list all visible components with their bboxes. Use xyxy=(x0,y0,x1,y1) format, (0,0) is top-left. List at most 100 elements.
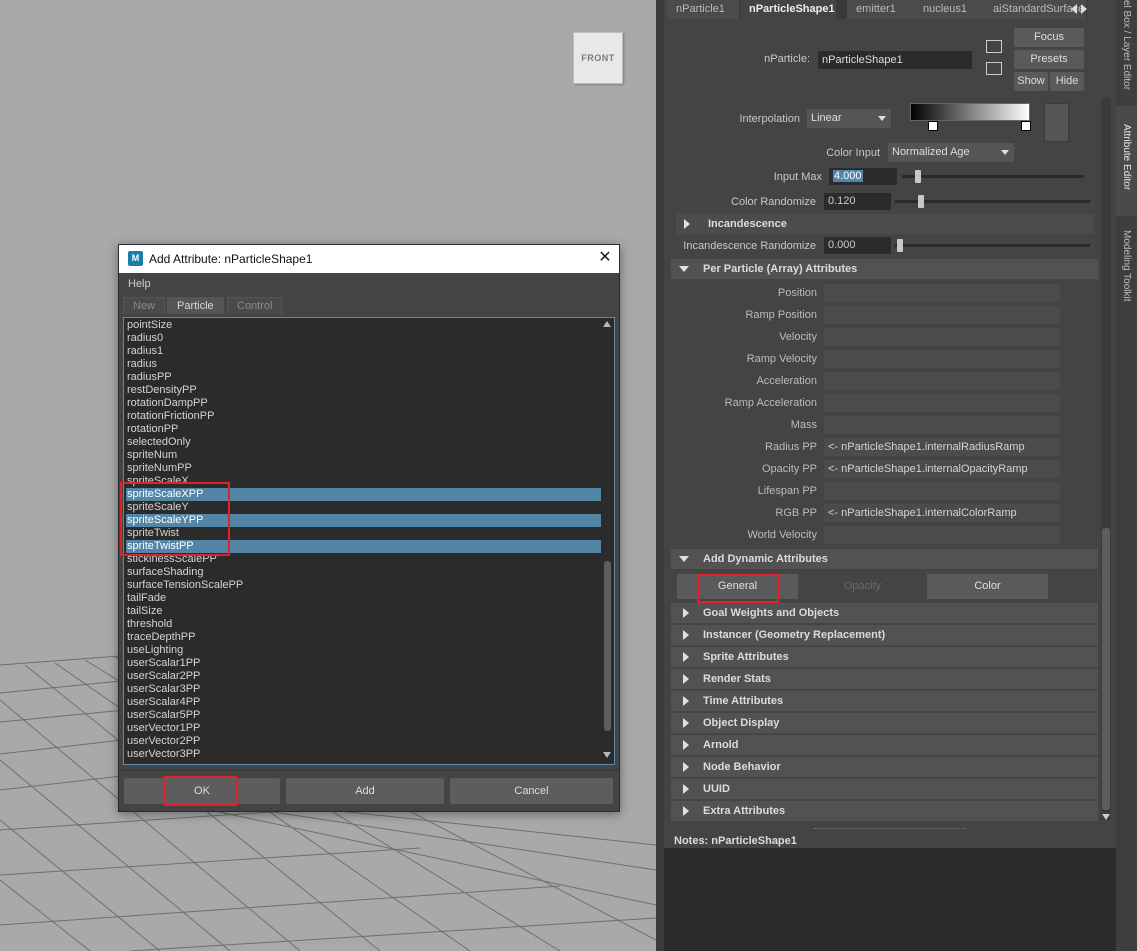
list-item[interactable]: userScalar1PP xyxy=(126,657,601,670)
list-item[interactable]: spriteNumPP xyxy=(126,462,601,475)
per-particle-field[interactable] xyxy=(824,372,1060,390)
per-particle-field[interactable]: <- nParticleShape1.internalRadiusRamp xyxy=(824,438,1060,456)
tab-nparticle1[interactable]: nParticle1 xyxy=(667,0,740,19)
cancel-button[interactable]: Cancel xyxy=(450,778,613,804)
section-incandescence[interactable]: Incandescence xyxy=(676,214,1094,234)
list-item[interactable]: userScalar5PP xyxy=(126,709,601,722)
color-ramp-gradient[interactable] xyxy=(910,103,1030,121)
incandescence-slider-track[interactable] xyxy=(895,244,1090,247)
ramp-expand-button[interactable] xyxy=(1044,103,1069,142)
tab-new[interactable]: New xyxy=(123,297,166,314)
collapsed-section[interactable]: Instancer (Geometry Replacement) xyxy=(671,625,1098,645)
interpolation-dropdown[interactable]: Linear xyxy=(807,109,891,128)
list-item[interactable]: userVector3PP xyxy=(126,748,601,761)
tab-modeling-toolkit[interactable]: Modeling Toolkit xyxy=(1116,230,1137,320)
list-item[interactable]: surfaceShading xyxy=(126,566,601,579)
scroll-up-icon[interactable] xyxy=(603,321,611,327)
color-input-dropdown[interactable]: Normalized Age xyxy=(888,143,1014,162)
per-particle-field[interactable] xyxy=(824,416,1060,434)
tab-nparticleshape1[interactable]: nParticleShape1 xyxy=(740,0,837,19)
collapsed-section[interactable]: UUID xyxy=(671,779,1098,799)
list-item[interactable]: traceDepthPP xyxy=(126,631,601,644)
list-item[interactable]: radius0 xyxy=(126,332,601,345)
per-particle-field[interactable]: <- nParticleShape1.internalColorRamp xyxy=(824,504,1060,522)
list-item[interactable]: userScalar2PP xyxy=(126,670,601,683)
list-item[interactable]: spriteTwist xyxy=(126,527,601,540)
list-item[interactable]: surfaceTensionScalePP xyxy=(126,579,601,592)
notes-textarea[interactable] xyxy=(664,848,1116,951)
per-particle-field[interactable] xyxy=(824,328,1060,346)
list-item[interactable]: spriteTwistPP xyxy=(126,540,601,553)
copy-tab-icon[interactable] xyxy=(986,62,1002,75)
scrollbar-thumb[interactable] xyxy=(604,561,611,731)
color-button[interactable]: Color xyxy=(927,574,1048,599)
ramp-handle-white[interactable] xyxy=(1021,121,1031,131)
list-item[interactable]: threshold xyxy=(126,618,601,631)
list-item[interactable]: userScalar4PP xyxy=(126,696,601,709)
list-item[interactable]: spriteNum xyxy=(126,449,601,462)
tab-particle[interactable]: Particle xyxy=(167,297,224,314)
input-max-slider-handle[interactable] xyxy=(915,170,921,183)
focus-button[interactable]: Focus xyxy=(1014,28,1084,47)
list-item[interactable]: radius1 xyxy=(126,345,601,358)
collapsed-section[interactable]: Sprite Attributes xyxy=(671,647,1098,667)
per-particle-field[interactable] xyxy=(824,306,1060,324)
scroll-down-icon[interactable] xyxy=(1102,814,1110,820)
per-particle-field[interactable] xyxy=(824,526,1060,544)
close-icon[interactable]: ✕ xyxy=(595,248,615,268)
collapsed-section[interactable]: Time Attributes xyxy=(671,691,1098,711)
list-item[interactable]: useLighting xyxy=(126,644,601,657)
incandescence-randomize-field[interactable]: 0.000 xyxy=(824,237,891,254)
tab-scroll-left-icon[interactable] xyxy=(1071,4,1077,14)
list-item[interactable]: restDensityPP xyxy=(126,384,601,397)
list-item[interactable]: spriteScaleX xyxy=(126,475,601,488)
editor-scrollbar-thumb[interactable] xyxy=(1102,528,1110,810)
collapsed-section[interactable]: Arnold xyxy=(671,735,1098,755)
list-item[interactable]: tailFade xyxy=(126,592,601,605)
general-button[interactable]: General xyxy=(677,574,798,599)
tab-nucleus1[interactable]: nucleus1 xyxy=(914,0,988,19)
per-particle-field[interactable] xyxy=(824,284,1060,302)
hide-button[interactable]: Hide xyxy=(1050,72,1084,91)
ok-button[interactable]: OK xyxy=(124,778,280,804)
list-item[interactable]: tailSize xyxy=(126,605,601,618)
show-button[interactable]: Show xyxy=(1014,72,1048,91)
collapsed-section[interactable]: Render Stats xyxy=(671,669,1098,689)
tab-attribute-editor[interactable]: Attribute Editor xyxy=(1116,124,1137,214)
dialog-titlebar[interactable]: M Add Attribute: nParticleShape1 ✕ xyxy=(119,245,619,273)
list-item[interactable]: spriteScaleYPP xyxy=(126,514,601,527)
list-item[interactable]: stickinessScalePP xyxy=(126,553,601,566)
per-particle-field[interactable] xyxy=(824,350,1060,368)
color-randomize-field[interactable]: 0.120 xyxy=(824,193,891,210)
per-particle-field[interactable] xyxy=(824,394,1060,412)
section-add-dynamic[interactable]: Add Dynamic Attributes xyxy=(671,549,1098,569)
node-name-field[interactable]: nParticleShape1 xyxy=(818,51,972,69)
tab-channel-box-layer-editor[interactable]: el Box / Layer Editor xyxy=(1116,0,1137,105)
load-selected-icon[interactable] xyxy=(986,40,1002,53)
collapsed-section[interactable]: Goal Weights and Objects xyxy=(671,603,1098,623)
list-item[interactable]: rotationPP xyxy=(126,423,601,436)
input-max-slider-track[interactable] xyxy=(902,175,1084,178)
list-item[interactable]: selectedOnly xyxy=(126,436,601,449)
splitter-handle[interactable] xyxy=(814,828,966,830)
incandescence-slider-handle[interactable] xyxy=(897,239,903,252)
color-randomize-slider-handle[interactable] xyxy=(918,195,924,208)
list-item[interactable]: userVector2PP xyxy=(126,735,601,748)
list-item[interactable]: rotationDampPP xyxy=(126,397,601,410)
list-item[interactable]: radiusPP xyxy=(126,371,601,384)
ramp-handle-black[interactable] xyxy=(928,121,938,131)
opacity-button[interactable]: Opacity xyxy=(800,574,925,599)
tab-scroll-right-icon[interactable] xyxy=(1081,4,1087,14)
list-item[interactable]: rotationFrictionPP xyxy=(126,410,601,423)
presets-button[interactable]: Presets xyxy=(1014,50,1084,69)
color-randomize-slider-track[interactable] xyxy=(895,200,1090,203)
attribute-list[interactable]: pointSize radius0 radius1 radius radiusPP res… xyxy=(123,317,615,765)
tab-emitter1[interactable]: emitter1 xyxy=(847,0,918,19)
per-particle-field[interactable] xyxy=(824,482,1060,500)
menu-help[interactable]: Help xyxy=(128,278,151,290)
list-item[interactable]: radius xyxy=(126,358,601,371)
list-item[interactable]: userScalar3PP xyxy=(126,683,601,696)
list-item[interactable]: spriteScaleXPP xyxy=(126,488,601,501)
add-button[interactable]: Add xyxy=(286,778,444,804)
list-item[interactable]: userVector1PP xyxy=(126,722,601,735)
